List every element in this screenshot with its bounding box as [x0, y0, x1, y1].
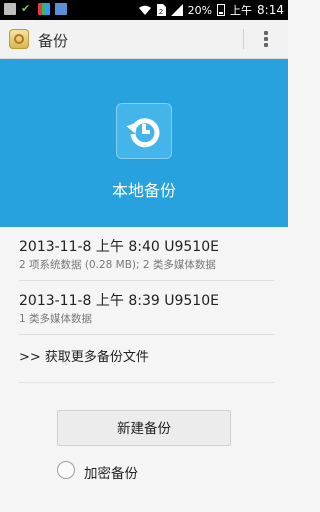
status-bar-right: 2 20% 上午 8:14	[138, 3, 284, 17]
restore-icon	[116, 103, 172, 159]
divider	[19, 334, 274, 335]
svg-text:2: 2	[159, 9, 163, 16]
battery-icon	[217, 4, 226, 16]
action-bar-divider	[243, 29, 244, 49]
action-bar: 备份	[0, 20, 288, 59]
time-period: 上午	[230, 4, 253, 17]
wifi-icon	[138, 5, 151, 15]
encrypt-backup-radio[interactable]	[57, 461, 75, 479]
backup-app-icon[interactable]	[9, 29, 29, 49]
encrypt-backup-label[interactable]: 加密备份	[84, 462, 138, 482]
local-backup-banner[interactable]: 本地备份	[0, 59, 288, 227]
status-bar-left-icons: ✔	[4, 3, 67, 15]
backup-list-item[interactable]: 2013-11-8 上午 8:39 U9510E 1 类多媒体数据	[0, 281, 288, 335]
new-backup-button[interactable]: 新建备份	[57, 410, 231, 446]
backup-detail: 1 类多媒体数据	[19, 313, 93, 325]
backup-title: 2013-11-8 上午 8:39 U9510E	[19, 293, 219, 309]
divider	[19, 382, 274, 383]
check-icon: ✔	[21, 2, 31, 15]
app-icon	[38, 3, 50, 15]
image-icon	[4, 3, 16, 15]
more-backups-link[interactable]: >> 获取更多备份文件	[19, 346, 149, 365]
overflow-menu-icon[interactable]	[260, 29, 272, 49]
backup-title: 2013-11-8 上午 8:40 U9510E	[19, 239, 219, 255]
page-title: 备份	[38, 32, 69, 50]
status-bar: ✔ 2 20% 上午 8:14	[0, 0, 288, 20]
signal-icon	[170, 4, 183, 16]
battery-percent: 20%	[187, 3, 213, 17]
sim-icon: 2	[156, 4, 166, 16]
backup-detail: 2 项系统数据 (0.28 MB); 2 类多媒体数据	[19, 259, 216, 271]
photo-icon	[55, 3, 67, 15]
local-backup-label: 本地备份	[111, 181, 176, 200]
backup-list-item[interactable]: 2013-11-8 上午 8:40 U9510E 2 项系统数据 (0.28 M…	[0, 227, 288, 281]
clock-time: 8:14	[257, 3, 284, 17]
